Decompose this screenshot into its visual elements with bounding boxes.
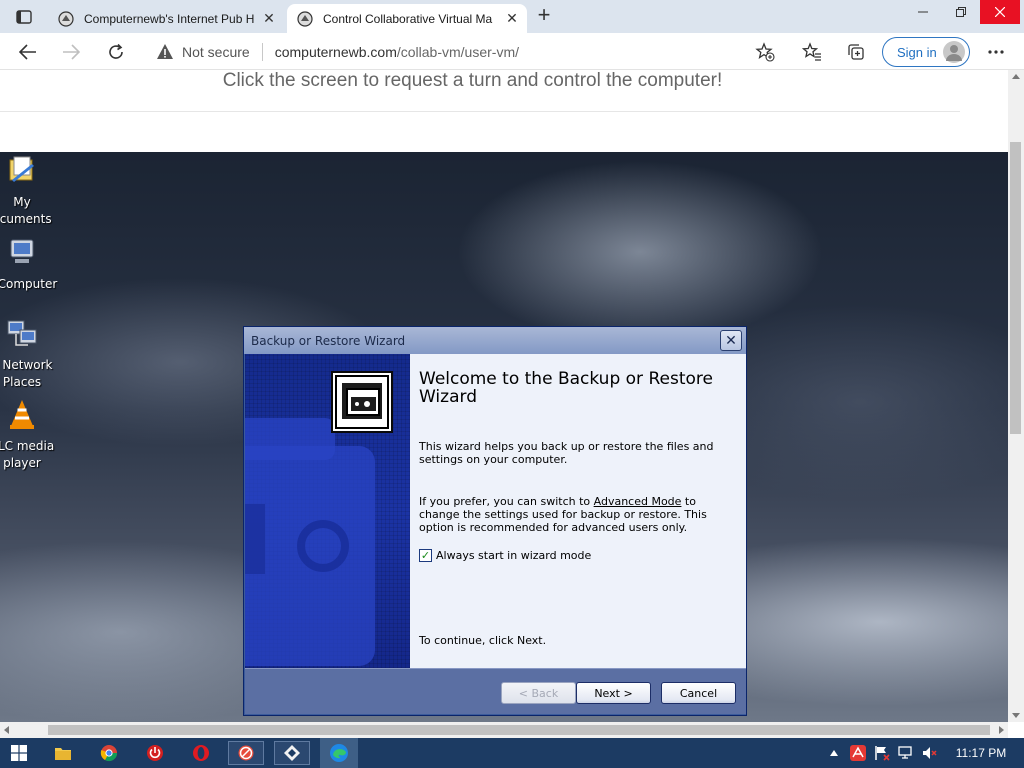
avatar-icon [943, 41, 965, 63]
header-divider [0, 111, 960, 112]
star-plus-icon[interactable] [751, 38, 779, 66]
my-computer-icon [10, 239, 34, 263]
tab-close-icon[interactable]: ✕ [258, 8, 280, 30]
wizard-description: This wizard helps you back up or restore… [419, 440, 714, 466]
desktop-icon-my-documents[interactable]: My ocuments [0, 154, 62, 228]
desktop-icon-label: player [3, 456, 41, 470]
desktop-icon-label: y Network [0, 358, 53, 372]
flag-icon[interactable] [872, 738, 892, 768]
tab-close-icon[interactable]: ✕ [501, 8, 523, 30]
desktop-icon-label: My [13, 195, 31, 209]
tab-strip: Computernewb's Internet Pub H ✕ Control … [0, 0, 1024, 33]
warning-triangle-icon[interactable] [156, 43, 174, 61]
vm-screen[interactable]: My ocuments y Computer y Network Places … [0, 152, 1008, 722]
vertical-scroll-thumb[interactable] [1010, 142, 1021, 434]
wizard-heading: Welcome to the Backup or Restore Wizard [419, 369, 713, 407]
wizard-side-banner [245, 354, 410, 668]
my-documents-icon [9, 156, 34, 182]
sign-in-button[interactable]: Sign in [882, 37, 970, 67]
new-tab-icon[interactable]: + [533, 4, 555, 27]
sign-in-label: Sign in [897, 44, 937, 60]
desktop-icon-label: VLC media [0, 439, 55, 453]
tab-actions-icon[interactable] [8, 6, 40, 28]
horizontal-scroll-thumb[interactable] [48, 725, 990, 735]
volume-muted-icon[interactable] [920, 738, 940, 768]
url-path: /collab-vm/user-vm/ [396, 44, 520, 60]
vlc-icon [10, 400, 34, 429]
browser-window: Computernewb's Internet Pub H ✕ Control … [0, 0, 1024, 768]
clock[interactable]: 11:17 PM [948, 738, 1014, 768]
opera-icon[interactable] [182, 738, 220, 768]
desktop-icon-label: y Computer [0, 277, 58, 291]
checkbox-box[interactable]: ✓ [419, 549, 432, 562]
url-text[interactable]: computernewb.com/collab-vm/user-vm/ [275, 44, 519, 60]
tab-title: Control Collaborative Virtual Ma [323, 11, 493, 26]
address-bar[interactable]: Not secure computernewb.com/collab-vm/us… [146, 37, 786, 67]
scroll-up-arrow-icon[interactable] [1012, 74, 1020, 79]
desktop-icon-network-places[interactable]: y Network Places [0, 317, 62, 391]
minimize-icon[interactable] [906, 0, 940, 24]
computernewb-favicon [297, 10, 313, 27]
dialog-titlebar[interactable]: Backup or Restore Wizard ✕ [244, 327, 746, 354]
file-explorer-icon[interactable] [44, 738, 82, 768]
desktop-icon-vlc[interactable]: VLC media player [0, 398, 62, 472]
show-hidden-icons-chevron[interactable] [826, 738, 842, 768]
network-places-icon [7, 320, 37, 346]
advanced-mode-link[interactable]: Advanced Mode [594, 495, 682, 508]
network-icon[interactable] [896, 738, 916, 768]
chrome-icon[interactable] [90, 738, 128, 768]
back-arrow-icon[interactable] [14, 38, 42, 66]
url-host: computernewb.com [274, 44, 397, 60]
favorites-list-icon[interactable] [798, 38, 826, 66]
turn-instruction: Click the screen to request a turn and c… [222, 70, 723, 91]
vm-app-icon[interactable] [274, 741, 310, 765]
forward-arrow-icon[interactable] [57, 38, 85, 66]
refresh-icon[interactable] [102, 38, 130, 66]
tab-collab-vm[interactable]: Control Collaborative Virtual Ma ✕ [287, 4, 527, 33]
dialog-close-button[interactable]: ✕ [720, 330, 742, 351]
antivirus-icon[interactable] [848, 738, 868, 768]
scroll-right-arrow-icon[interactable] [999, 726, 1004, 734]
desktop-icon-label: ocuments [0, 212, 52, 226]
horizontal-scrollbar[interactable] [0, 722, 1008, 738]
scroll-left-arrow-icon[interactable] [4, 726, 9, 734]
collections-icon[interactable] [842, 38, 870, 66]
wizard-advanced-info: If you prefer, you can switch to Advance… [419, 495, 729, 534]
continue-hint: To continue, click Next. [419, 634, 547, 647]
security-label[interactable]: Not secure [182, 44, 250, 60]
edge-icon[interactable] [320, 738, 358, 768]
start-windows-icon[interactable] [0, 738, 38, 768]
restore-icon[interactable] [944, 0, 978, 24]
advanced-info-prefix: If you prefer, you can switch to [419, 495, 594, 508]
power-app-icon[interactable] [136, 738, 174, 768]
backup-wizard-logo-icon [331, 371, 393, 433]
tab-computernewb-pub[interactable]: Computernewb's Internet Pub H ✕ [48, 4, 284, 33]
next-button[interactable]: Next > [576, 682, 651, 704]
page-header: Click the screen to request a turn and c… [0, 70, 1008, 152]
address-separator [261, 43, 263, 61]
dialog-button-bar: < Back Next > Cancel [245, 668, 746, 714]
checkbox-label[interactable]: Always start in wizard mode [436, 549, 591, 562]
scroll-down-arrow-icon[interactable] [1012, 713, 1020, 718]
more-dots-icon[interactable] [982, 38, 1010, 66]
computernewb-favicon [58, 10, 74, 27]
back-button[interactable]: < Back [501, 682, 576, 704]
windows-taskbar: 11:17 PM [0, 738, 1024, 768]
vertical-scrollbar[interactable] [1008, 70, 1024, 722]
browser-toolbar: Not secure computernewb.com/collab-vm/us… [0, 33, 1024, 70]
backup-wizard-dialog: Backup or Restore Wizard ✕ Welcome to th… [243, 326, 747, 716]
window-close-icon[interactable] [980, 0, 1020, 24]
dialog-title: Backup or Restore Wizard [251, 334, 406, 348]
wizard-mode-checkbox[interactable]: ✓ Always start in wizard mode [419, 549, 591, 562]
wizard-content: Welcome to the Backup or Restore Wizard … [410, 354, 746, 668]
cancel-button[interactable]: Cancel [661, 682, 736, 704]
no-entry-app-icon[interactable] [228, 741, 264, 765]
desktop-icon-label: Places [2, 375, 42, 389]
tab-title: Computernewb's Internet Pub H [84, 11, 255, 26]
desktop-icon-my-computer[interactable]: y Computer [0, 236, 62, 293]
